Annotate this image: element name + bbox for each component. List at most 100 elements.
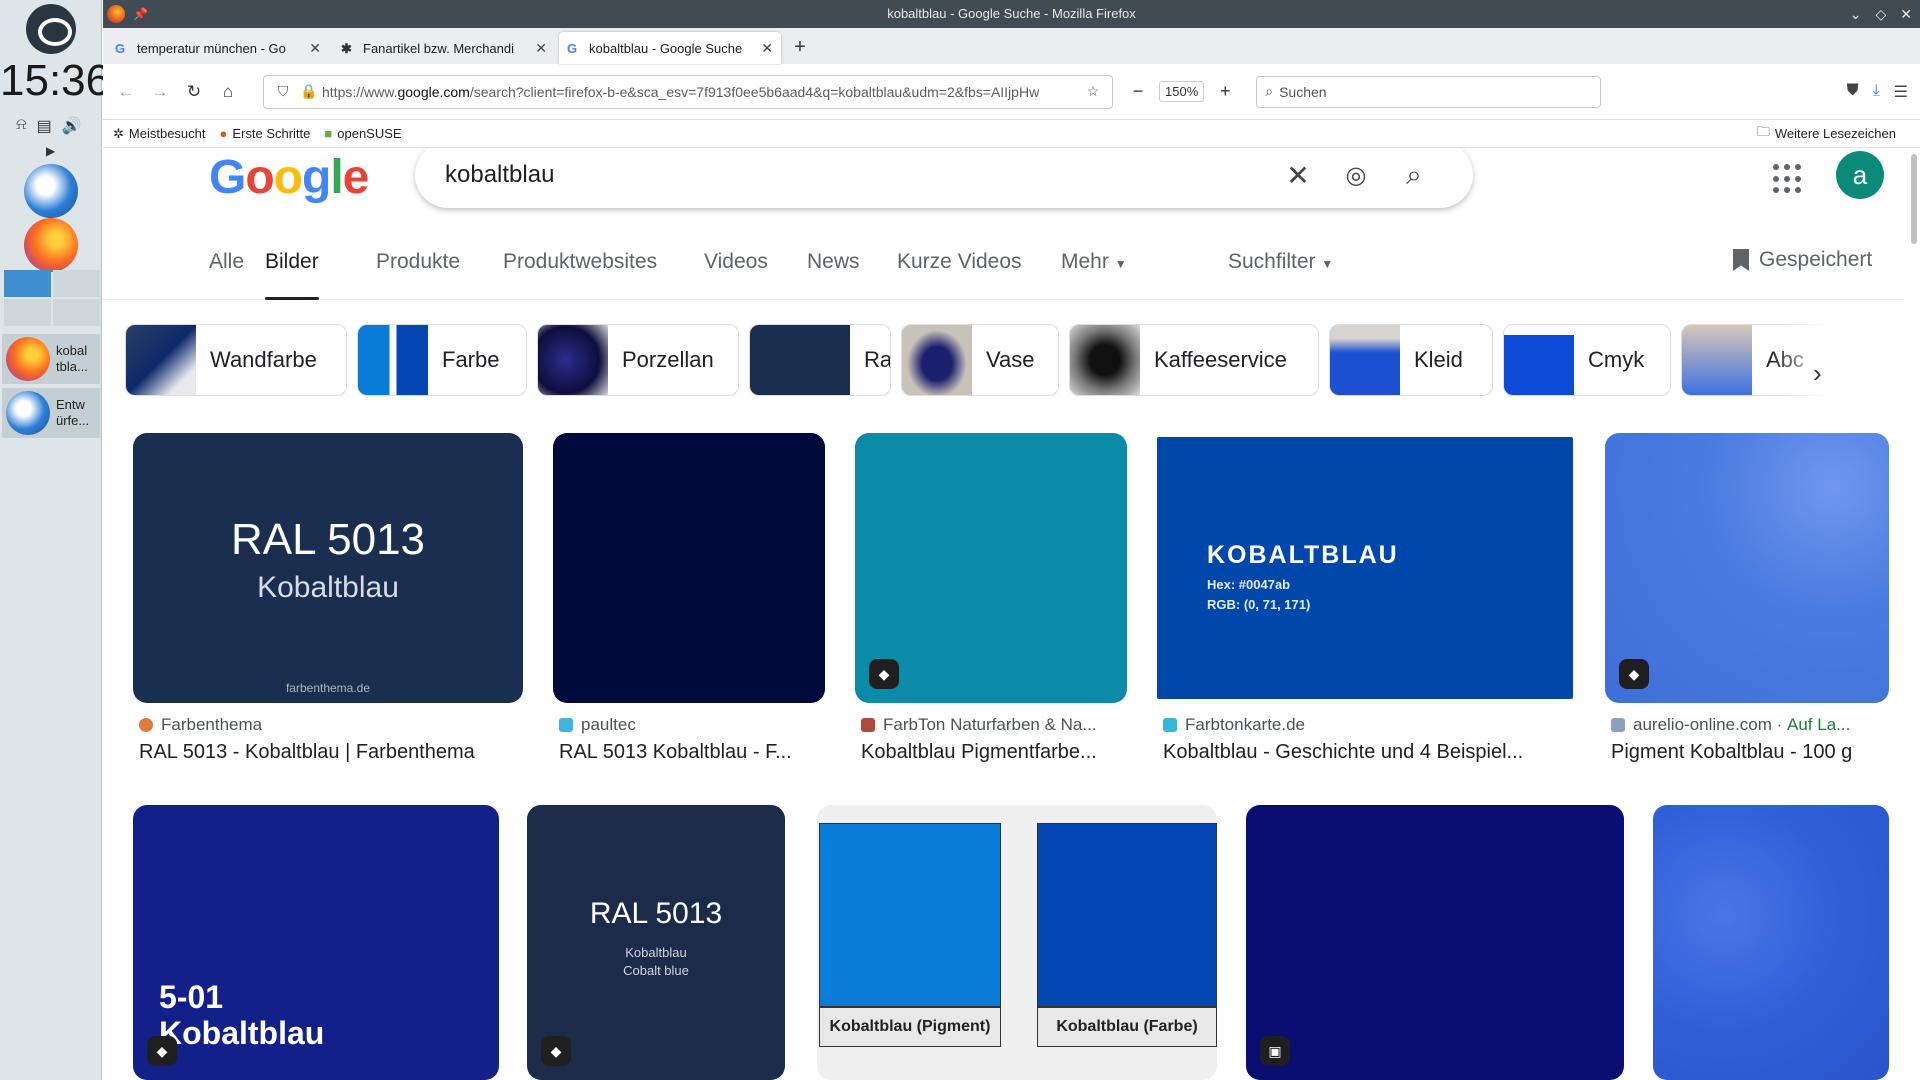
suchfilter-button[interactable]: Suchfilter ▼	[1228, 250, 1333, 300]
browser-search-bar[interactable]: ⌕ Suchen	[1256, 75, 1602, 108]
chip-cmyk[interactable]: Cmyk	[1503, 324, 1671, 396]
desktop-3[interactable]	[4, 299, 51, 326]
result-title[interactable]: RAL 5013 Kobaltblau - F...	[559, 741, 831, 764]
image-result[interactable]: ◆ aurelio-online.com · Auf La... Pigment…	[1605, 433, 1889, 773]
chip-vase[interactable]: Vase	[901, 324, 1059, 396]
thunderbird-launcher-icon[interactable]	[24, 164, 78, 218]
result-title[interactable]: Pigment Kobaltblau - 100 g	[1611, 741, 1895, 764]
close-tab-icon[interactable]: ✕	[535, 40, 547, 57]
desktop-1[interactable]	[4, 270, 51, 297]
search-icon[interactable]: ⌕	[1385, 159, 1443, 192]
bookmark-erste-schritte[interactable]: ● Erste Schritte	[220, 126, 311, 141]
result-title[interactable]: RAL 5013 - Kobaltblau | Farbenthema	[139, 741, 529, 764]
chip-abc[interactable]: Abc	[1681, 324, 1831, 396]
search-input[interactable]: kobaltblau	[445, 161, 1269, 189]
virtual-desktop-pager[interactable]	[4, 270, 100, 326]
bookmark-folder-more[interactable]: 🗀 Weitere Lesezeichen	[1757, 123, 1896, 145]
zoom-in-button[interactable]: +	[1210, 81, 1240, 102]
chip-wandfarbe[interactable]: Wandfarbe	[125, 324, 347, 396]
bookmark-meistbesucht[interactable]: ✲ Meistbesucht	[113, 126, 206, 142]
result-image[interactable]: 5-01 Kobaltblau ◆	[133, 805, 499, 1080]
lock-icon[interactable]: 🔒	[296, 83, 322, 100]
image-result[interactable]: KOBALTBLAU Hex: #0047ab RGB: (0, 71, 171…	[1157, 433, 1573, 773]
tracking-shield-icon[interactable]: ⛉	[270, 83, 296, 100]
new-tab-button[interactable]: +	[785, 32, 815, 64]
page-scrollbar[interactable]	[1908, 148, 1920, 1080]
image-result[interactable]: ◆ FarbTon Naturfarben & Na... Kobaltblau…	[855, 433, 1127, 773]
desktop-2[interactable]	[53, 270, 100, 297]
close-tab-icon[interactable]: ✕	[309, 40, 321, 57]
image-result[interactable]: RAL 5013 Kobaltblau Cobalt blue ◆	[527, 805, 785, 1080]
back-icon[interactable]: ←	[109, 75, 143, 109]
result-source[interactable]: Farbtonkarte.de	[1163, 715, 1305, 735]
chip-farbe[interactable]: Farbe	[357, 324, 527, 396]
tab-bilder[interactable]: Bilder	[265, 250, 319, 300]
tab-kobaltblau[interactable]: G kobaltblau - Google Suche ✕	[559, 32, 781, 64]
opensuse-logo-icon[interactable]	[26, 4, 76, 54]
result-image[interactable]: RAL 5013 Kobaltblau Cobalt blue ◆	[527, 805, 785, 1080]
tab-news[interactable]: News	[807, 250, 860, 300]
google-logo[interactable]: Google	[209, 150, 369, 205]
image-result[interactable]: Kobaltblau (Pigment) Kobaltblau (Farbe)	[817, 805, 1217, 1080]
url-bar[interactable]: ⛉ 🔒 https://www.google.com/search?client…	[263, 74, 1113, 109]
volume-icon[interactable]: 🔊	[62, 116, 82, 136]
zoom-level[interactable]: 150%	[1159, 81, 1205, 102]
clear-icon[interactable]: ✕	[1269, 159, 1327, 192]
result-image[interactable]: KOBALTBLAU Hex: #0047ab RGB: (0, 71, 171…	[1157, 437, 1573, 699]
bookmark-star-icon[interactable]: ☆	[1080, 83, 1106, 100]
tab-produktwebsites[interactable]: Produktwebsites	[503, 250, 657, 300]
result-image[interactable]: Kobaltblau (Pigment) Kobaltblau (Farbe)	[817, 805, 1217, 1080]
tab-fanartikel[interactable]: ✱ Fanartikel bzw. Merchandi ✕	[333, 32, 555, 64]
tray-expand-icon[interactable]: ▶	[46, 144, 55, 158]
tab-kurze-videos[interactable]: Kurze Videos	[897, 250, 1022, 300]
chip-kaffeeservice[interactable]: Kaffeeservice	[1069, 324, 1319, 396]
result-title[interactable]: Kobaltblau Pigmentfarbe...	[861, 741, 1133, 764]
image-result[interactable]: 5-01 Kobaltblau ◆	[133, 805, 499, 1080]
chip-porzellan[interactable]: Porzellan	[537, 324, 739, 396]
result-image[interactable]: RAL 5013 Kobaltblau farbenthema.de	[133, 433, 523, 703]
result-source[interactable]: aurelio-online.com · Auf La...	[1611, 715, 1850, 735]
taskbar-item-firefox[interactable]: kobal tbla...	[2, 334, 100, 384]
result-image[interactable]	[553, 433, 825, 703]
tab-mehr[interactable]: Mehr ▼	[1061, 250, 1127, 300]
pocket-icon[interactable]: ⛊	[1847, 82, 1859, 102]
close-tab-icon[interactable]: ✕	[761, 40, 773, 57]
result-image[interactable]: ◆	[1605, 433, 1889, 703]
result-image[interactable]	[1653, 805, 1889, 1080]
image-result[interactable]	[1653, 805, 1889, 1080]
menu-icon[interactable]: ☰	[1894, 82, 1908, 102]
downloads-icon[interactable]: ⤓	[1873, 82, 1880, 102]
close-window-icon[interactable]: ✕	[1900, 0, 1912, 28]
clock[interactable]: 15:36	[0, 56, 110, 106]
scrollbar-thumb[interactable]	[1911, 154, 1917, 244]
image-result[interactable]: RAL 5013 Kobaltblau farbenthema.de Farbe…	[133, 433, 523, 773]
image-result[interactable]: paultec RAL 5013 Kobaltblau - F...	[553, 433, 825, 773]
reload-icon[interactable]: ↻	[177, 75, 211, 109]
result-source[interactable]: FarbTon Naturfarben & Na...	[861, 715, 1097, 735]
forward-icon[interactable]: →	[143, 75, 177, 109]
chip-ral[interactable]: Ral	[749, 324, 891, 396]
taskbar-item-thunderbird[interactable]: Entw ürfe...	[2, 388, 100, 438]
url-text[interactable]: https://www.google.com/search?client=fir…	[322, 84, 1080, 100]
result-image[interactable]: ◆	[855, 433, 1127, 703]
zoom-out-button[interactable]: −	[1123, 81, 1153, 102]
tab-produkte[interactable]: Produkte	[376, 250, 460, 300]
result-title[interactable]: Kobaltblau - Geschichte und 4 Beispiel..…	[1163, 741, 1579, 764]
minimize-icon[interactable]: ⌄	[1850, 0, 1862, 28]
google-search-box[interactable]: kobaltblau ✕ ◎ ⌕	[415, 148, 1473, 208]
firefox-launcher-icon[interactable]	[24, 218, 78, 272]
pin-icon[interactable]: 📌	[133, 0, 148, 28]
maximize-icon[interactable]: ◇	[1875, 0, 1886, 28]
apps-grid-icon[interactable]	[1773, 164, 1803, 194]
desktop-4[interactable]	[53, 299, 100, 326]
result-source[interactable]: paultec	[559, 715, 636, 735]
saved-button[interactable]: Gespeichert	[1733, 248, 1872, 272]
tab-videos[interactable]: Videos	[704, 250, 768, 300]
image-result[interactable]: ▣	[1246, 805, 1624, 1080]
avatar[interactable]: a	[1836, 151, 1884, 199]
home-icon[interactable]: ⌂	[211, 75, 245, 109]
camera-lens-icon[interactable]: ◎	[1327, 161, 1385, 190]
bookmark-opensuse[interactable]: ■ openSUSE	[324, 126, 401, 141]
result-image[interactable]: ▣	[1246, 805, 1624, 1080]
chip-kleid[interactable]: Kleid	[1329, 324, 1493, 396]
